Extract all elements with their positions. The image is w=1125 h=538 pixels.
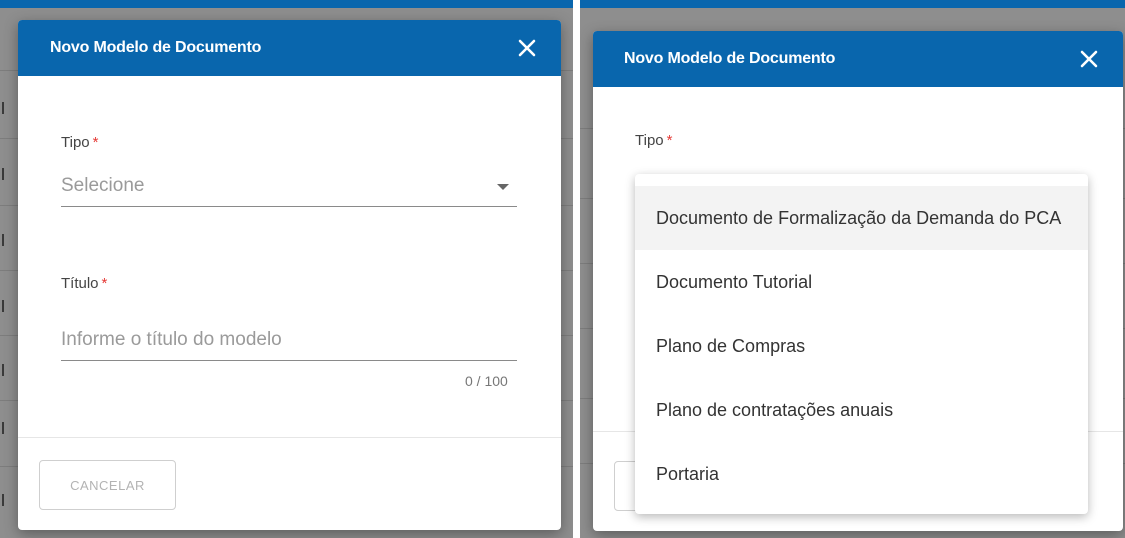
tipo-label-text: Tipo <box>61 134 90 151</box>
tipo-label: Tipo * <box>635 132 672 149</box>
app-top-bar <box>0 0 573 8</box>
dialog-header: Novo Modelo de Documento <box>593 31 1123 87</box>
tipo-select-placeholder: Selecione <box>61 175 145 196</box>
screenshot-divider <box>573 0 580 538</box>
dropdown-option[interactable]: Plano de contratações anuais <box>635 378 1088 442</box>
left-panel: Novo Modelo de Documento Tipo * Selecione… <box>0 0 573 538</box>
cancel-button[interactable]: CANCELAR <box>39 460 176 510</box>
titulo-label: Título * <box>61 275 107 292</box>
app-top-bar <box>580 0 1125 8</box>
required-marker: * <box>666 132 673 149</box>
dropdown-option[interactable]: Documento de Formalização da Demanda do … <box>635 186 1088 250</box>
footer-divider <box>18 437 561 438</box>
dropdown-option[interactable]: Plano de Compras <box>635 314 1088 378</box>
dialog-title: Novo Modelo de Documento <box>624 50 836 67</box>
titulo-label-text: Título <box>61 275 99 292</box>
titulo-input[interactable]: Informe o título do modelo <box>61 326 517 361</box>
titulo-input-placeholder: Informe o título do modelo <box>61 329 282 350</box>
dialog-title: Novo Modelo de Documento <box>50 39 262 56</box>
tipo-label-text: Tipo <box>635 132 664 149</box>
close-icon <box>518 39 536 57</box>
tipo-select[interactable]: Selecione <box>61 172 517 207</box>
new-template-dialog: Novo Modelo de Documento Tipo * Selecione… <box>18 20 561 530</box>
close-button[interactable] <box>513 34 541 62</box>
dropdown-option[interactable]: Documento Tutorial <box>635 250 1088 314</box>
close-button[interactable] <box>1075 45 1103 73</box>
required-marker: * <box>101 275 108 292</box>
right-panel: Novo Modelo de Documento Tipo * Documento… <box>580 0 1125 538</box>
tipo-dropdown-menu: Documento de Formalização da Demanda do … <box>635 174 1088 514</box>
titulo-char-counter: 0 / 100 <box>465 373 508 389</box>
tipo-label: Tipo * <box>61 134 98 151</box>
close-icon <box>1080 50 1098 68</box>
chevron-down-icon <box>497 184 509 190</box>
required-marker: * <box>92 134 99 151</box>
dropdown-option[interactable]: Portaria <box>635 442 1088 506</box>
dialog-header: Novo Modelo de Documento <box>18 20 561 76</box>
